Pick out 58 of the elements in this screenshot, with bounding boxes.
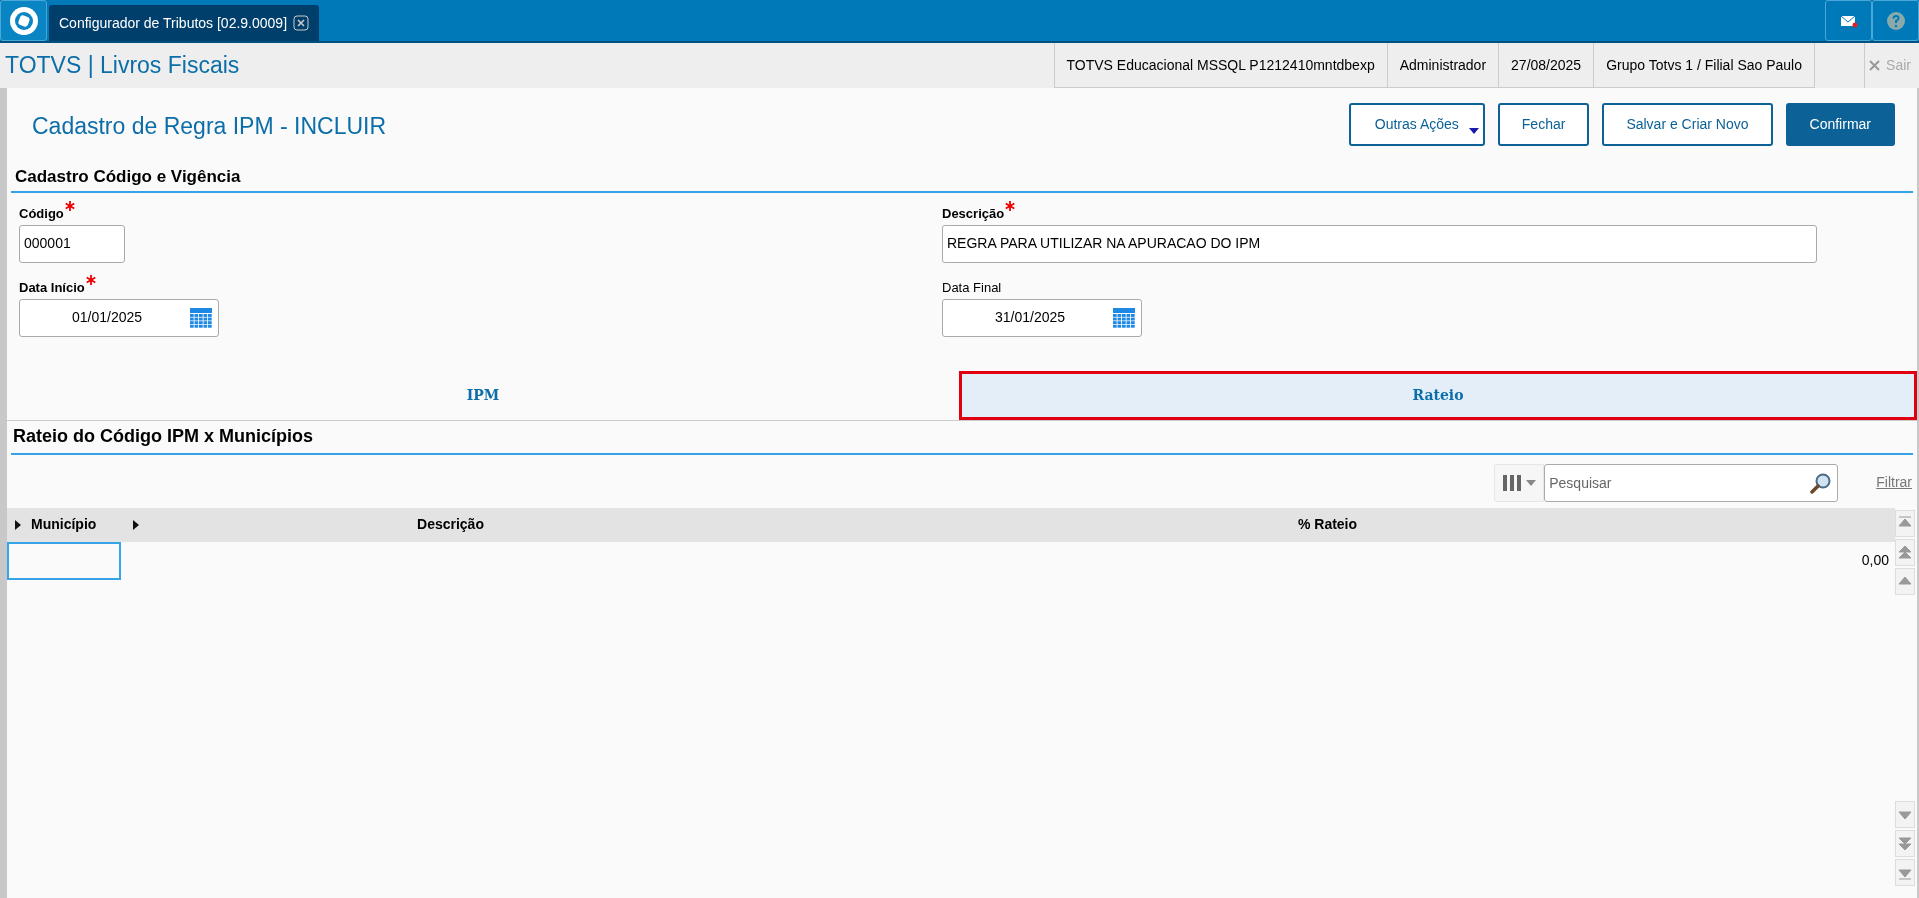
action-button[interactable]: Fechar bbox=[1497, 103, 1590, 146]
scroll-up-button[interactable] bbox=[1895, 538, 1915, 566]
field-label: Data Final bbox=[942, 278, 1002, 297]
expand-icon[interactable] bbox=[15, 519, 21, 530]
column-header[interactable]: % Rateio bbox=[760, 514, 1895, 535]
column-header[interactable]: Município bbox=[31, 514, 97, 535]
required-icon bbox=[64, 200, 75, 211]
help-button[interactable] bbox=[1872, 0, 1919, 41]
section-title: Cadastro Código e Vigência bbox=[15, 167, 241, 186]
close-icon[interactable] bbox=[293, 15, 310, 31]
app-title: TOTVS | Livros Fiscais bbox=[4, 51, 240, 80]
table-cell[interactable] bbox=[7, 541, 121, 580]
app-tab[interactable]: Configurador de Tributos [02.9.0009] bbox=[49, 5, 320, 41]
action-button[interactable]: Salvar e Criar Novo bbox=[1602, 103, 1773, 146]
table-cell-text: 0,00 bbox=[1860, 551, 1890, 570]
required-icon bbox=[85, 274, 96, 285]
header-info: 27/08/2025 bbox=[1498, 43, 1594, 88]
confirm-button[interactable]: Confirmar bbox=[1785, 103, 1895, 146]
header-info: Grupo Totvs 1 / Filial Sao Paulo bbox=[1593, 43, 1814, 88]
help-icon bbox=[1885, 10, 1906, 31]
scroll-down-button[interactable] bbox=[1895, 859, 1915, 886]
messages-button[interactable] bbox=[1825, 0, 1872, 41]
filter-link[interactable]: Filtrar bbox=[1876, 472, 1912, 493]
header-info: TOTVS Educacional MSSQL P1212410mntdbexp bbox=[1053, 43, 1387, 88]
close-icon bbox=[1869, 60, 1881, 71]
caret-icon bbox=[1525, 479, 1536, 486]
scroll-down-button[interactable] bbox=[1895, 830, 1915, 857]
more-actions-button[interactable]: Outras Ações bbox=[1348, 103, 1485, 146]
expand-icon[interactable] bbox=[133, 519, 139, 530]
field-label: Descrição bbox=[942, 204, 1005, 223]
section-title: Rateio do Código IPM x Municípios bbox=[13, 425, 313, 446]
field-label: Código bbox=[19, 204, 64, 223]
mail-icon bbox=[1839, 13, 1858, 28]
field-label: Data Início bbox=[19, 278, 85, 297]
columns-button[interactable] bbox=[1494, 463, 1545, 502]
up-arrow-icon bbox=[1896, 543, 1914, 561]
page-title: Cadastro de Regra IPM - INCLUIR bbox=[32, 112, 387, 141]
scroll-up-button[interactable] bbox=[1895, 509, 1915, 537]
scroll-down-button[interactable] bbox=[1895, 801, 1915, 828]
calendar-icon[interactable] bbox=[1113, 307, 1135, 328]
logo-button[interactable] bbox=[0, 0, 47, 41]
columns-icon bbox=[1502, 474, 1521, 491]
search-icon[interactable] bbox=[1810, 471, 1833, 494]
text-field[interactable]: 000001 bbox=[19, 224, 125, 263]
down-arrow-icon bbox=[1896, 834, 1914, 853]
date-field[interactable]: 31/01/2025 bbox=[942, 298, 1142, 337]
search-field[interactable]: Pesquisar bbox=[1544, 463, 1839, 502]
logo-icon bbox=[8, 5, 39, 36]
calendar-icon[interactable] bbox=[190, 307, 212, 328]
required-icon bbox=[1005, 200, 1016, 211]
column-header[interactable]: Descrição bbox=[149, 514, 752, 535]
tab[interactable]: Rateio bbox=[959, 370, 1917, 420]
caret-icon bbox=[1468, 128, 1479, 134]
scroll-up-button[interactable] bbox=[1895, 567, 1915, 595]
header-info: Administrador bbox=[1386, 43, 1499, 88]
date-field[interactable]: 01/01/2025 bbox=[19, 298, 219, 337]
tab[interactable]: IPM bbox=[7, 370, 959, 420]
text-field[interactable]: REGRA PARA UTILIZAR NA APURACAO DO IPM bbox=[942, 224, 1817, 263]
